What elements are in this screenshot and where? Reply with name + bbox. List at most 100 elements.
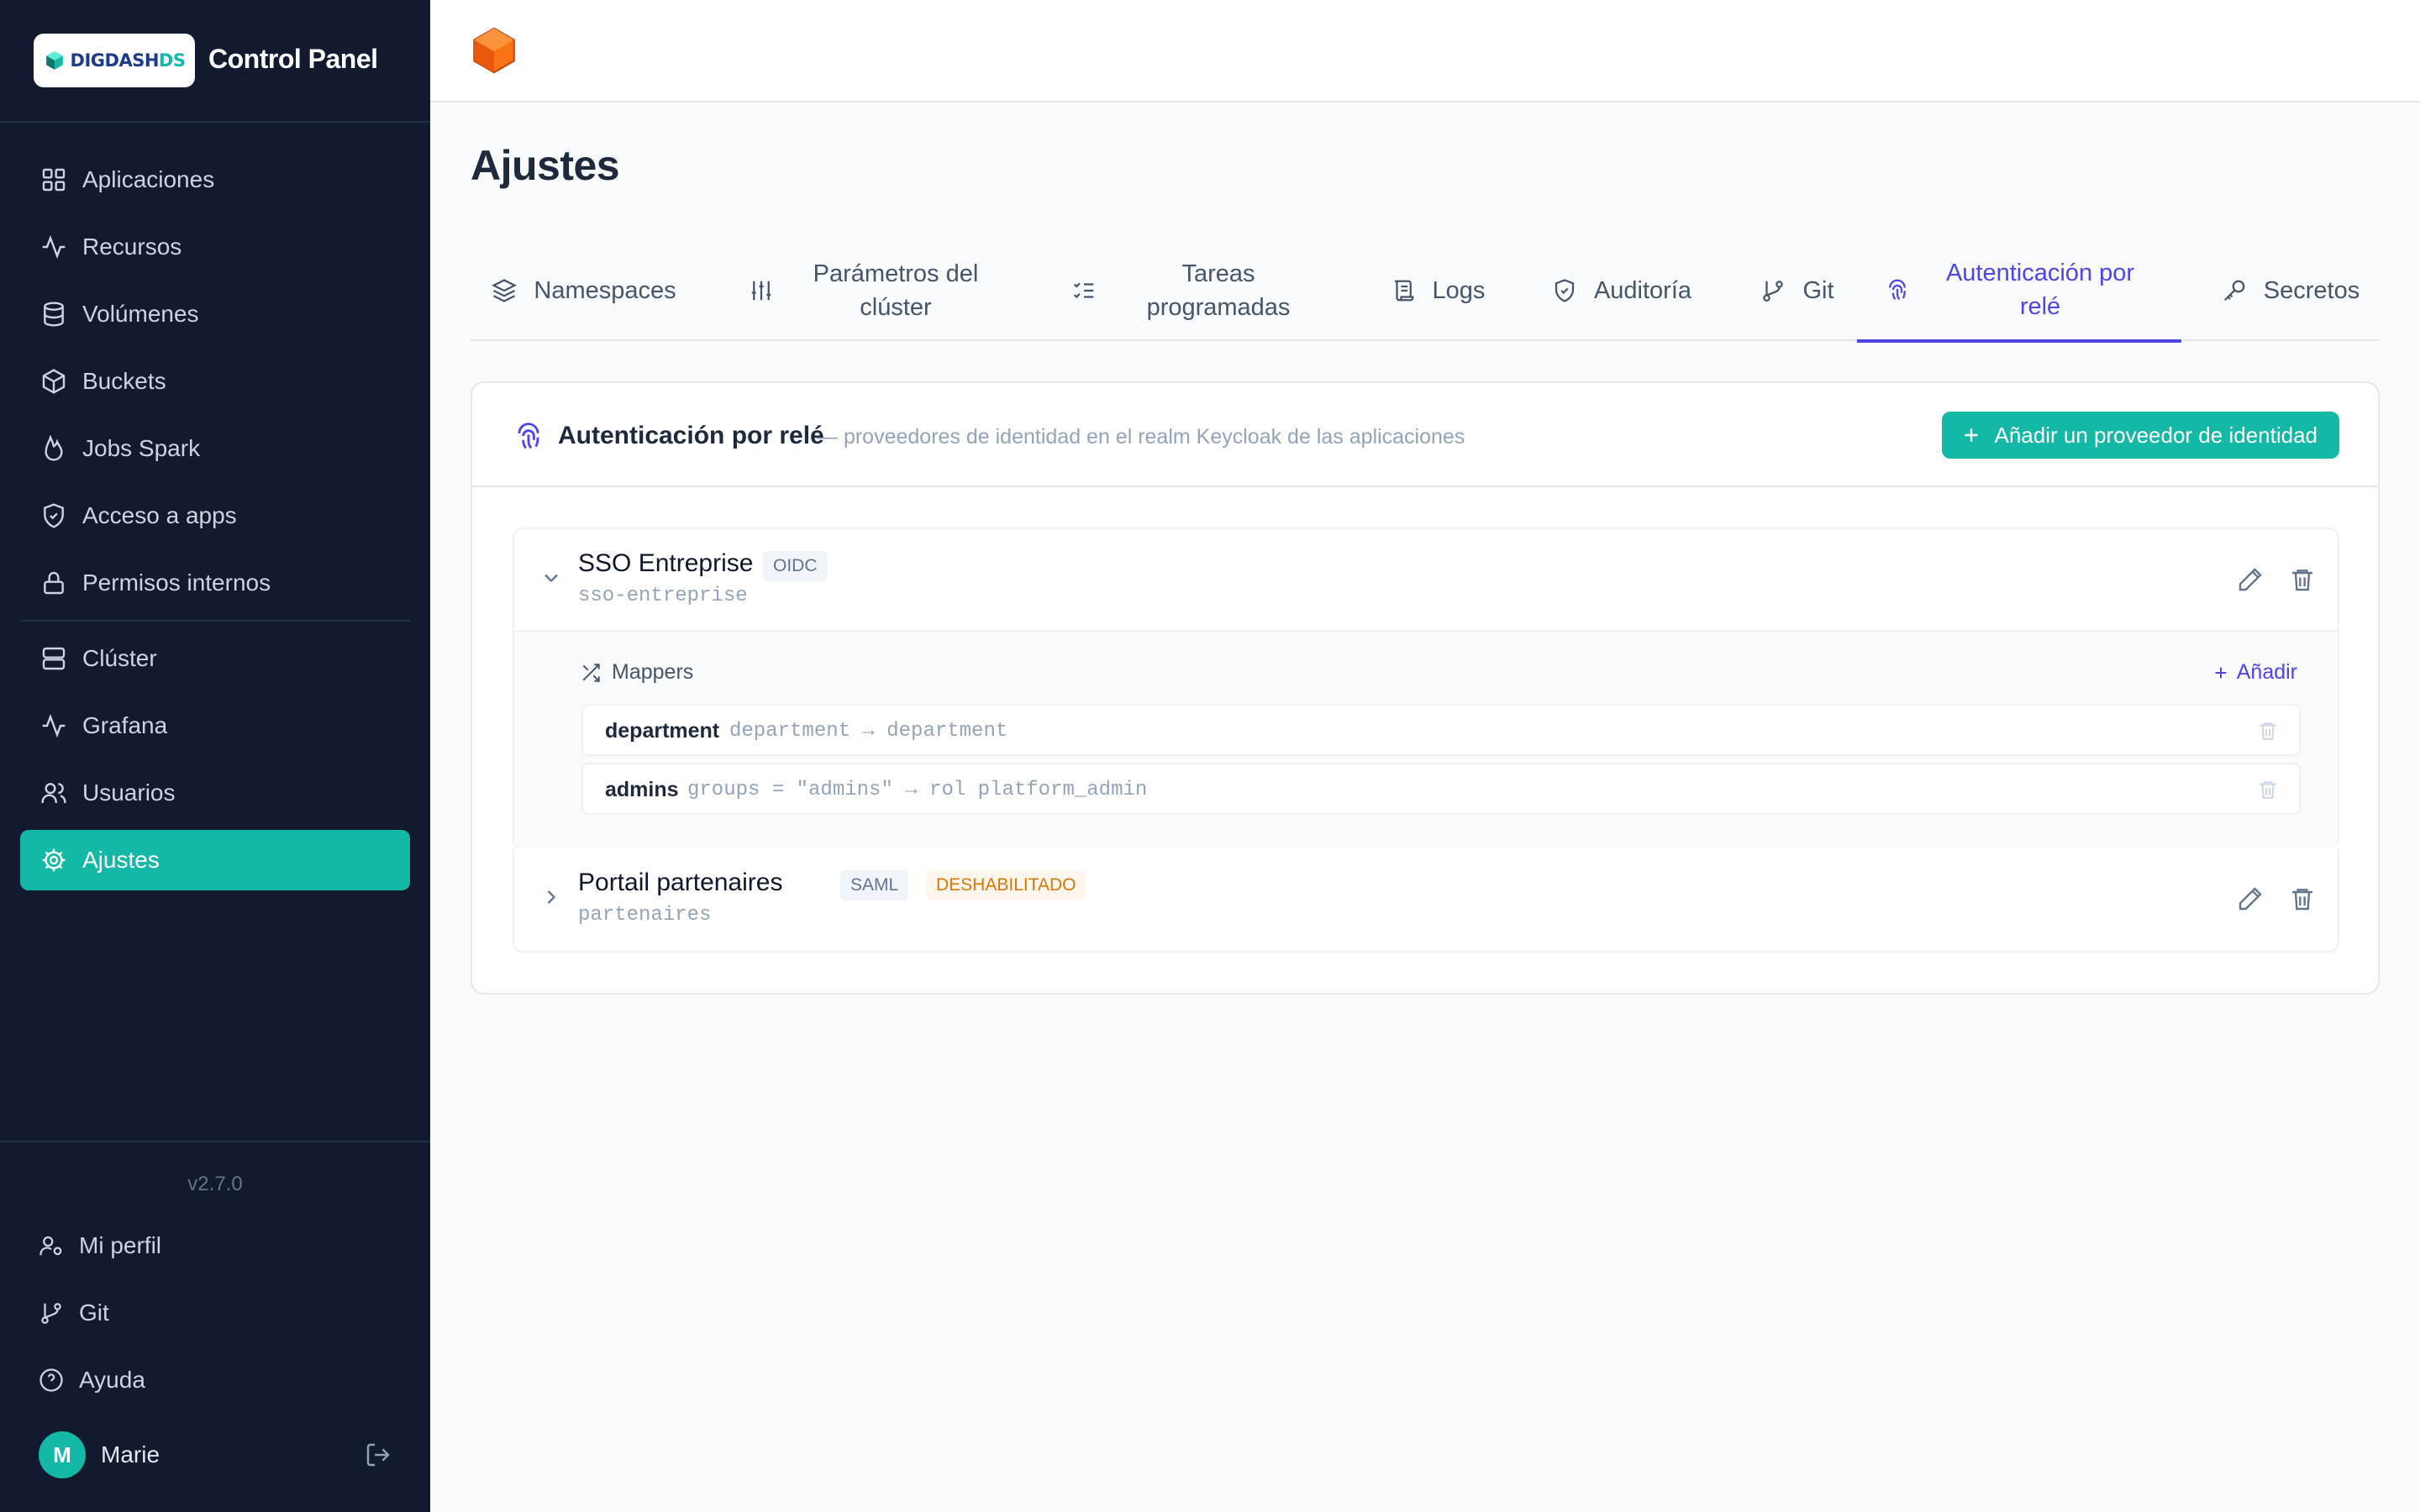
user-menu[interactable]: M Marie: [39, 1431, 392, 1478]
chevron-right-icon[interactable]: [539, 885, 563, 909]
tab-namespaces[interactable]: Namespaces: [471, 240, 697, 341]
key-icon: [2223, 280, 2245, 302]
settings-icon: [42, 848, 66, 872]
tab-label: Logs: [1432, 277, 1486, 304]
brand-logo[interactable]: DIGDASHDS: [34, 34, 195, 87]
help-circle-icon: [39, 1368, 63, 1392]
sidebar-item-acceso-apps[interactable]: Acceso a apps: [20, 486, 410, 546]
sidebar-item-jobs-spark[interactable]: Jobs Spark: [20, 418, 410, 479]
sidebar-item-label: Recursos: [82, 234, 182, 260]
sidebar-item-label: Volúmenes: [82, 301, 199, 327]
plus-icon: [1965, 428, 1979, 442]
grid-icon: [42, 168, 66, 192]
sidebar-item-grafana[interactable]: Grafana: [20, 696, 410, 756]
edit-icon[interactable]: [2237, 566, 2264, 593]
tab-git[interactable]: Git: [1743, 240, 1852, 341]
mappers-panel: Mappers Añadir department department → d…: [514, 630, 2338, 850]
sidebar-header: DIGDASHDS Control Panel: [0, 0, 430, 123]
provider-sso-entreprise: SSO Entreprise OIDC sso-entreprise Mappe…: [513, 528, 2339, 850]
git-branch-icon: [41, 1303, 61, 1324]
shield-check-icon: [44, 503, 64, 528]
tab-label: Parámetros del clúster: [813, 260, 979, 321]
mappers-title: Mappers: [580, 660, 693, 685]
page-title: Ajustes: [471, 142, 620, 189]
list-checks-icon: [1073, 282, 1094, 299]
sidebar-item-label: Usuarios: [82, 780, 176, 806]
box-icon: [42, 369, 66, 394]
activity-icon: [42, 713, 66, 738]
provider-portail-partenaires: Portail partenaires SAML DESHABILITADO p…: [513, 848, 2339, 953]
chevron-down-icon[interactable]: [539, 566, 563, 590]
sidebar-item-cluster[interactable]: Clúster: [20, 628, 410, 689]
sidebar-item-label: Acceso a apps: [82, 502, 237, 528]
sidebar-item-aplicaciones[interactable]: Aplicaciones: [20, 150, 410, 210]
provider-header[interactable]: Portail partenaires SAML DESHABILITADO p…: [514, 848, 2338, 949]
sidebar-item-usuarios[interactable]: Usuarios: [20, 763, 410, 823]
provider-type-badge: OIDC: [763, 551, 828, 581]
scroll-icon: [1394, 280, 1413, 302]
button-label: Añadir un proveedor de identidad: [1994, 422, 2317, 448]
mapper-rule: department → department: [729, 720, 1008, 743]
tab-label: Namespaces: [534, 277, 676, 304]
sidebar-item-volumenes[interactable]: Volúmenes: [20, 284, 410, 344]
sidebar-item-label: Jobs Spark: [82, 435, 201, 461]
fingerprint-icon: [518, 423, 539, 449]
footer-item-label: Git: [79, 1299, 109, 1326]
sidebar-item-recursos[interactable]: Recursos: [20, 217, 410, 277]
cube-logo-icon[interactable]: [469, 25, 519, 76]
card-header: Autenticación por relé — proveedores de …: [472, 383, 2378, 487]
card-subtitle: — proveedores de identidad en el realm K…: [817, 425, 1465, 449]
tab-auditoria[interactable]: Auditoría: [1529, 240, 1714, 341]
trash-icon[interactable]: [2289, 566, 2316, 593]
trash-icon[interactable]: [2257, 720, 2279, 742]
provider-name: SSO Entreprise: [578, 549, 754, 577]
fingerprint-icon: [1889, 279, 1906, 301]
sidebar-item-permisos-internos[interactable]: Permisos internos: [20, 553, 410, 613]
tab-autenticacion-rele[interactable]: Autenticación por relé: [1857, 240, 2181, 343]
cube-logo-icon: [45, 51, 63, 70]
logout-icon[interactable]: [365, 1441, 392, 1468]
tab-label: Auditoría: [1593, 277, 1692, 304]
footer-item-label: Mi perfil: [79, 1232, 162, 1258]
provider-header[interactable]: SSO Entreprise OIDC sso-entreprise: [514, 529, 2338, 630]
sidebar-footer-git[interactable]: Git: [39, 1299, 109, 1326]
mapper-row: department department → department: [581, 704, 2301, 756]
button-label: Añadir: [2236, 660, 2297, 684]
sidebar-item-label: Aplicaciones: [82, 166, 215, 192]
app-title: Control Panel: [208, 44, 378, 74]
sidebar-item-buckets[interactable]: Buckets: [20, 351, 410, 412]
plus-icon: [2215, 667, 2227, 678]
settings-tabs: Namespaces Parámetros del clúster Tareas…: [471, 240, 2380, 343]
add-mapper-button[interactable]: Añadir: [2212, 660, 2297, 685]
shield-check-icon: [1555, 279, 1575, 302]
sidebar-footer-ayuda[interactable]: Ayuda: [39, 1367, 145, 1394]
sidebar-item-label: Permisos internos: [82, 570, 271, 596]
sidebar-footer-mi-perfil[interactable]: Mi perfil: [39, 1232, 161, 1259]
tab-label: Secretos: [2263, 277, 2360, 304]
sidebar-divider: [20, 620, 410, 622]
provider-alias: partenaires: [578, 904, 712, 927]
user-name: Marie: [101, 1441, 160, 1467]
provider-type-badge: SAML: [840, 870, 909, 900]
database-icon: [44, 302, 64, 327]
footer-item-label: Ayuda: [79, 1367, 145, 1393]
tab-tareas-programadas[interactable]: Tareas programadas: [1050, 240, 1344, 341]
avatar: M: [39, 1431, 86, 1478]
edit-icon[interactable]: [2237, 885, 2264, 912]
tab-parametros-cluster[interactable]: Parámetros del clúster: [728, 240, 1022, 341]
tab-label: Autenticación por relé: [1945, 260, 2135, 320]
mapper-row: admins groups = "admins" → rol platform_…: [581, 763, 2301, 815]
sidebar-item-label: Buckets: [82, 368, 166, 394]
layers-icon: [492, 279, 518, 302]
provider-name: Portail partenaires: [578, 869, 783, 896]
trash-icon[interactable]: [2289, 885, 2316, 912]
mappers-label: Mappers: [612, 660, 694, 684]
tab-secretos[interactable]: Secretos: [2202, 240, 2380, 341]
lock-icon: [44, 571, 64, 595]
add-identity-provider-button[interactable]: Añadir un proveedor de identidad: [1942, 412, 2339, 459]
git-branch-icon: [1763, 281, 1784, 302]
sidebar-item-ajustes[interactable]: Ajustes: [20, 830, 410, 890]
status-badge: DESHABILITADO: [926, 870, 1086, 900]
tab-logs[interactable]: Logs: [1375, 240, 1501, 341]
trash-icon[interactable]: [2257, 779, 2279, 801]
